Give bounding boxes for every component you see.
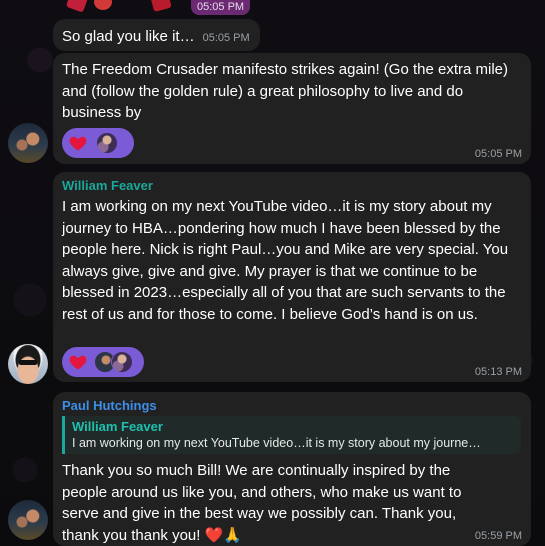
sender-avatar[interactable] bbox=[8, 123, 48, 163]
message-text: I am working on my next YouTube video…it… bbox=[62, 198, 509, 323]
message-bubble[interactable]: The Freedom Crusader manifesto strikes a… bbox=[53, 53, 531, 164]
top-time-label: 05:05 PM bbox=[191, 0, 251, 15]
sender-avatar[interactable] bbox=[8, 344, 48, 384]
message-bubble[interactable]: So glad you like it… 05:05 PM bbox=[53, 19, 260, 51]
message-time: 05:05 PM bbox=[202, 32, 250, 44]
reactions-pill[interactable] bbox=[62, 128, 134, 158]
sender-name[interactable]: Paul Hutchings bbox=[62, 398, 521, 414]
message-bubble[interactable]: William Feaver I am working on my next Y… bbox=[53, 172, 531, 382]
reply-sender-name: William Feaver bbox=[72, 419, 163, 434]
reactor-avatar bbox=[96, 132, 118, 154]
message-text: The Freedom Crusader manifesto strikes a… bbox=[62, 61, 509, 121]
reply-quote[interactable]: William Feaver I am working on my next Y… bbox=[62, 416, 521, 454]
message-text: Thank you so much Bill! We are continual… bbox=[62, 462, 462, 544]
sender-name[interactable]: William Feaver bbox=[62, 178, 521, 194]
reactor-avatar bbox=[111, 351, 133, 373]
message-time: 05:59 PM bbox=[474, 530, 522, 542]
message-text: So glad you like it… bbox=[62, 28, 195, 45]
heart-icon bbox=[69, 355, 87, 370]
sunglasses-icon bbox=[19, 360, 37, 365]
heart-icon bbox=[69, 136, 87, 151]
reply-text: I am working on my next YouTube video…it… bbox=[72, 436, 481, 450]
message-time: 05:13 PM bbox=[474, 366, 522, 378]
message-time: 05:05 PM bbox=[474, 148, 522, 160]
sender-avatar[interactable] bbox=[8, 500, 48, 540]
reactions-pill[interactable] bbox=[62, 347, 144, 377]
message-bubble[interactable]: Paul Hutchings William Feaver I am worki… bbox=[53, 392, 531, 546]
